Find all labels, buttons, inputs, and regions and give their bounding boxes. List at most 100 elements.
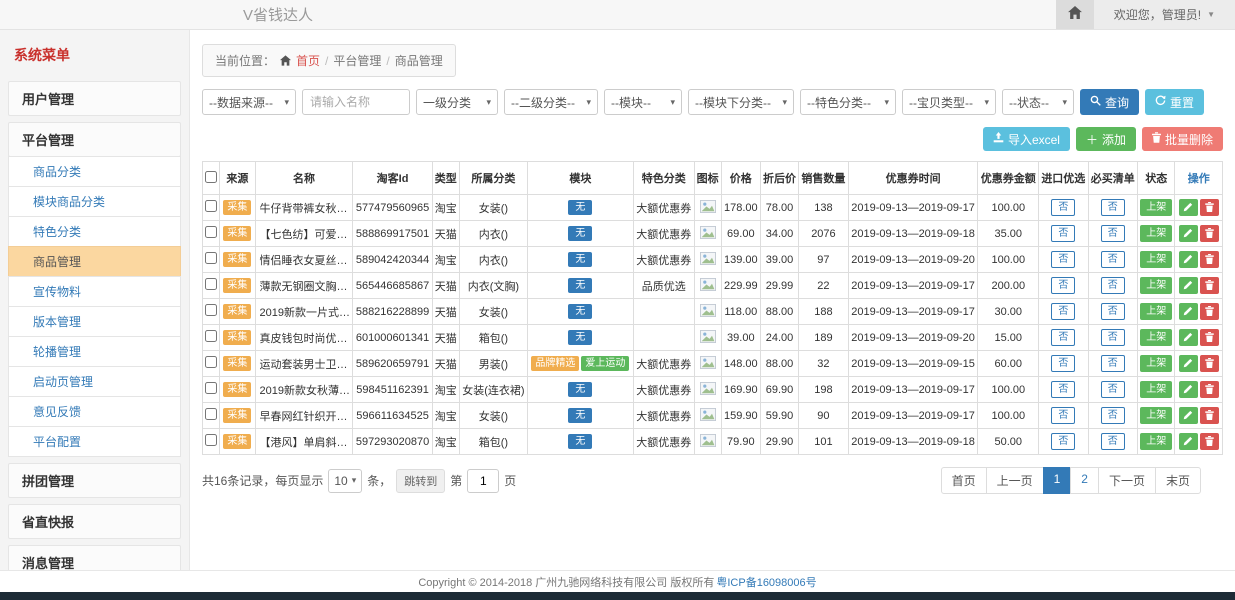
- import-select-toggle[interactable]: 否: [1051, 407, 1075, 424]
- must-buy-toggle[interactable]: 否: [1101, 407, 1125, 424]
- select-all-checkbox[interactable]: [205, 171, 217, 183]
- page-button-末页[interactable]: 末页: [1155, 467, 1201, 494]
- edit-button[interactable]: [1179, 433, 1198, 450]
- sidebar-item-11[interactable]: 平台配置: [8, 426, 181, 457]
- icp-link[interactable]: 粤ICP备16098006号: [716, 574, 816, 590]
- edit-button[interactable]: [1179, 199, 1198, 216]
- add-button[interactable]: ＋ 添加: [1076, 127, 1136, 151]
- page-button-首页[interactable]: 首页: [941, 467, 987, 494]
- row-checkbox[interactable]: [205, 382, 217, 394]
- delete-button[interactable]: [1200, 225, 1219, 242]
- import-select-toggle[interactable]: 否: [1051, 303, 1075, 320]
- name-search-input[interactable]: [302, 89, 410, 115]
- must-buy-toggle[interactable]: 否: [1101, 381, 1125, 398]
- row-checkbox[interactable]: [205, 226, 217, 238]
- import-select-toggle[interactable]: 否: [1051, 225, 1075, 242]
- row-checkbox[interactable]: [205, 278, 217, 290]
- row-checkbox[interactable]: [205, 434, 217, 446]
- filter-status-select[interactable]: --状态--▾: [1002, 89, 1074, 115]
- filter-level1-select[interactable]: 一级分类▾: [416, 89, 498, 115]
- delete-button[interactable]: [1200, 199, 1219, 216]
- status-button[interactable]: 上架: [1140, 303, 1172, 320]
- import-select-toggle[interactable]: 否: [1051, 329, 1075, 346]
- sidebar-item-5[interactable]: 商品管理: [8, 246, 181, 277]
- page-button-下一页[interactable]: 下一页: [1098, 467, 1156, 494]
- edit-button[interactable]: [1179, 303, 1198, 320]
- status-button[interactable]: 上架: [1140, 355, 1172, 372]
- page-button-1[interactable]: 1: [1043, 467, 1072, 494]
- edit-button[interactable]: [1179, 381, 1198, 398]
- delete-button[interactable]: [1200, 277, 1219, 294]
- sidebar-item-12[interactable]: 拼团管理: [8, 463, 181, 498]
- reset-button[interactable]: 重置: [1145, 89, 1204, 115]
- import-select-toggle[interactable]: 否: [1051, 277, 1075, 294]
- sidebar-item-14[interactable]: 消息管理: [8, 545, 181, 570]
- row-checkbox[interactable]: [205, 408, 217, 420]
- must-buy-toggle[interactable]: 否: [1101, 433, 1125, 450]
- home-button[interactable]: [1056, 0, 1094, 29]
- import-select-toggle[interactable]: 否: [1051, 381, 1075, 398]
- delete-button[interactable]: [1200, 355, 1219, 372]
- row-checkbox[interactable]: [205, 356, 217, 368]
- filter-level2-select[interactable]: --二级分类--▾: [504, 89, 598, 115]
- sidebar-item-13[interactable]: 省直快报: [8, 504, 181, 539]
- filter-item-type-select[interactable]: --宝贝类型--▾: [902, 89, 996, 115]
- sidebar-item-8[interactable]: 轮播管理: [8, 336, 181, 367]
- sidebar-item-6[interactable]: 宣传物料: [8, 276, 181, 307]
- delete-button[interactable]: [1200, 329, 1219, 346]
- import-select-toggle[interactable]: 否: [1051, 355, 1075, 372]
- jump-button[interactable]: 跳转到: [396, 469, 445, 493]
- status-button[interactable]: 上架: [1140, 329, 1172, 346]
- sidebar-item-1[interactable]: 平台管理: [8, 122, 181, 157]
- filter-feature-select[interactable]: --特色分类--▾: [800, 89, 896, 115]
- sidebar-item-3[interactable]: 模块商品分类: [8, 186, 181, 217]
- sidebar-item-0[interactable]: 用户管理: [8, 81, 181, 116]
- delete-button[interactable]: [1200, 433, 1219, 450]
- must-buy-toggle[interactable]: 否: [1101, 199, 1125, 216]
- batch-delete-button[interactable]: 批量删除: [1142, 127, 1223, 151]
- row-checkbox[interactable]: [205, 330, 217, 342]
- search-button[interactable]: 查询: [1080, 89, 1139, 115]
- edit-button[interactable]: [1179, 407, 1198, 424]
- delete-button[interactable]: [1200, 381, 1219, 398]
- status-button[interactable]: 上架: [1140, 277, 1172, 294]
- status-button[interactable]: 上架: [1140, 381, 1172, 398]
- row-checkbox[interactable]: [205, 252, 217, 264]
- page-button-2[interactable]: 2: [1070, 467, 1099, 494]
- import-select-toggle[interactable]: 否: [1051, 251, 1075, 268]
- filter-module-select[interactable]: --模块--▾: [604, 89, 682, 115]
- filter-module-sub-select[interactable]: --模块下分类--▾: [688, 89, 794, 115]
- sidebar-item-4[interactable]: 特色分类: [8, 216, 181, 247]
- must-buy-toggle[interactable]: 否: [1101, 225, 1125, 242]
- edit-button[interactable]: [1179, 251, 1198, 268]
- sidebar-item-10[interactable]: 意见反馈: [8, 396, 181, 427]
- page-button-上一页[interactable]: 上一页: [986, 467, 1044, 494]
- row-checkbox[interactable]: [205, 200, 217, 212]
- must-buy-toggle[interactable]: 否: [1101, 355, 1125, 372]
- breadcrumb-platform-link[interactable]: 平台管理: [333, 52, 381, 69]
- must-buy-toggle[interactable]: 否: [1101, 303, 1125, 320]
- edit-button[interactable]: [1179, 277, 1198, 294]
- status-button[interactable]: 上架: [1140, 225, 1172, 242]
- page-size-select[interactable]: 10 ▾: [328, 469, 362, 493]
- user-menu[interactable]: 欢迎您，管理员! ▼: [1094, 0, 1235, 29]
- edit-button[interactable]: [1179, 329, 1198, 346]
- status-button[interactable]: 上架: [1140, 199, 1172, 216]
- import-select-toggle[interactable]: 否: [1051, 199, 1075, 216]
- filter-source-select[interactable]: --数据来源--▾: [202, 89, 296, 115]
- import-excel-button[interactable]: 导入excel: [983, 127, 1070, 151]
- must-buy-toggle[interactable]: 否: [1101, 329, 1125, 346]
- sidebar-item-2[interactable]: 商品分类: [8, 156, 181, 187]
- must-buy-toggle[interactable]: 否: [1101, 277, 1125, 294]
- breadcrumb-home-link[interactable]: 首页: [296, 52, 320, 69]
- delete-button[interactable]: [1200, 251, 1219, 268]
- status-button[interactable]: 上架: [1140, 433, 1172, 450]
- page-jump-input[interactable]: [467, 469, 499, 493]
- delete-button[interactable]: [1200, 407, 1219, 424]
- status-button[interactable]: 上架: [1140, 407, 1172, 424]
- edit-button[interactable]: [1179, 355, 1198, 372]
- edit-button[interactable]: [1179, 225, 1198, 242]
- status-button[interactable]: 上架: [1140, 251, 1172, 268]
- sidebar-item-9[interactable]: 启动页管理: [8, 366, 181, 397]
- must-buy-toggle[interactable]: 否: [1101, 251, 1125, 268]
